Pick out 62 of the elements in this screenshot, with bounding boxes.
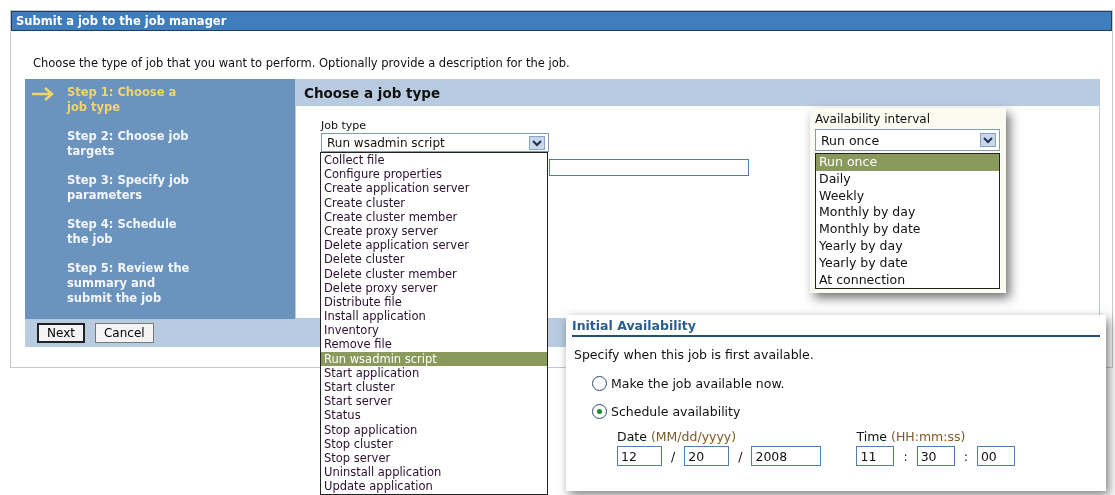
- dropdown-option[interactable]: Remove file: [321, 337, 547, 352]
- description-input[interactable]: [549, 159, 749, 176]
- radio-button[interactable]: [592, 404, 607, 419]
- instructions-text: Choose the type of job that you want to perform. Optionally provide a description for the job.: [33, 56, 571, 70]
- wizard-button[interactable]: Next: [37, 323, 85, 343]
- interval-dropdown[interactable]: Run once: [815, 129, 1000, 151]
- format-hint: (MM/dd/yyyy): [650, 429, 737, 444]
- field-label: Availability interval: [815, 112, 930, 127]
- dropdown-option[interactable]: Create application server: [321, 181, 547, 196]
- time-input[interactable]: 11: [856, 446, 895, 466]
- dropdown-option[interactable]: Create cluster member: [321, 209, 547, 224]
- radio-label: Schedule availability: [611, 404, 741, 419]
- separator-text: /: [671, 448, 676, 464]
- radio-button[interactable]: [592, 376, 607, 391]
- separator-text: :: [963, 448, 968, 464]
- chevron-down-icon: [980, 133, 996, 147]
- dropdown-option[interactable]: Daily: [816, 170, 999, 188]
- dropdown-option[interactable]: Start cluster: [321, 380, 547, 395]
- dropdown-option[interactable]: Yearly by day: [816, 238, 999, 255]
- dropdown-option[interactable]: Yearly by date: [816, 254, 999, 272]
- job-type-dropdown[interactable]: Run wsadmin script: [321, 133, 549, 152]
- dropdown-option[interactable]: Install application: [321, 309, 547, 324]
- dropdown-option[interactable]: Uninstall application: [321, 465, 547, 480]
- dropdown-option[interactable]: Monthly by day: [816, 204, 999, 222]
- dropdown-option[interactable]: Configure properties: [321, 167, 547, 182]
- time-input[interactable]: 30: [916, 446, 955, 466]
- dropdown-option[interactable]: Create proxy server: [321, 223, 547, 239]
- panel-title: Choose a job type: [296, 80, 1099, 106]
- time-input[interactable]: 00: [976, 446, 1015, 466]
- separator-text: :: [903, 448, 908, 464]
- field-label: Date: [617, 429, 647, 444]
- chevron-down-icon: [529, 135, 545, 150]
- dropdown-option[interactable]: Weekly: [816, 187, 999, 205]
- description-text: Specify when this job is first available.: [574, 347, 815, 363]
- dropdown-option[interactable]: Delete cluster member: [321, 266, 547, 281]
- date-input[interactable]: 20: [684, 446, 730, 466]
- window-title: Submit a job to the job manager: [11, 11, 1112, 31]
- date-input[interactable]: 2008: [751, 446, 822, 466]
- field-label: Job type: [321, 119, 367, 133]
- dropdown-option[interactable]: Collect file: [321, 153, 547, 168]
- dropdown-option[interactable]: Stop server: [321, 450, 547, 466]
- dropdown-option[interactable]: At connection: [816, 271, 999, 289]
- dropdown-option[interactable]: Delete application server: [321, 238, 547, 253]
- dropdown-option[interactable]: Monthly by date: [816, 221, 999, 238]
- dropdown-option[interactable]: Start application: [321, 365, 547, 380]
- field-label: Time: [856, 429, 888, 444]
- date-input[interactable]: 12: [617, 446, 662, 466]
- wizard-button[interactable]: Cancel: [94, 323, 154, 343]
- format-hint: (HH:mm:ss): [891, 429, 966, 444]
- dropdown-option[interactable]: Stop application: [321, 422, 547, 437]
- dropdown-option[interactable]: Distribute file: [321, 294, 547, 310]
- dropdown-option[interactable]: Status: [321, 408, 547, 423]
- radio-label: Make the job available now.: [611, 376, 785, 391]
- separator-text: /: [738, 448, 743, 464]
- dropdown-option[interactable]: Delete proxy server: [321, 280, 547, 295]
- dropdown-option[interactable]: Delete cluster: [321, 252, 547, 267]
- dropdown-option[interactable]: Create cluster: [321, 195, 547, 210]
- section-title: Initial Availability: [572, 317, 1100, 337]
- dropdown-option[interactable]: Inventory: [321, 323, 547, 338]
- dropdown-option[interactable]: Update application: [321, 479, 547, 494]
- dropdown-option[interactable]: Start server: [321, 394, 547, 409]
- dropdown-option[interactable]: Stop cluster: [321, 436, 547, 451]
